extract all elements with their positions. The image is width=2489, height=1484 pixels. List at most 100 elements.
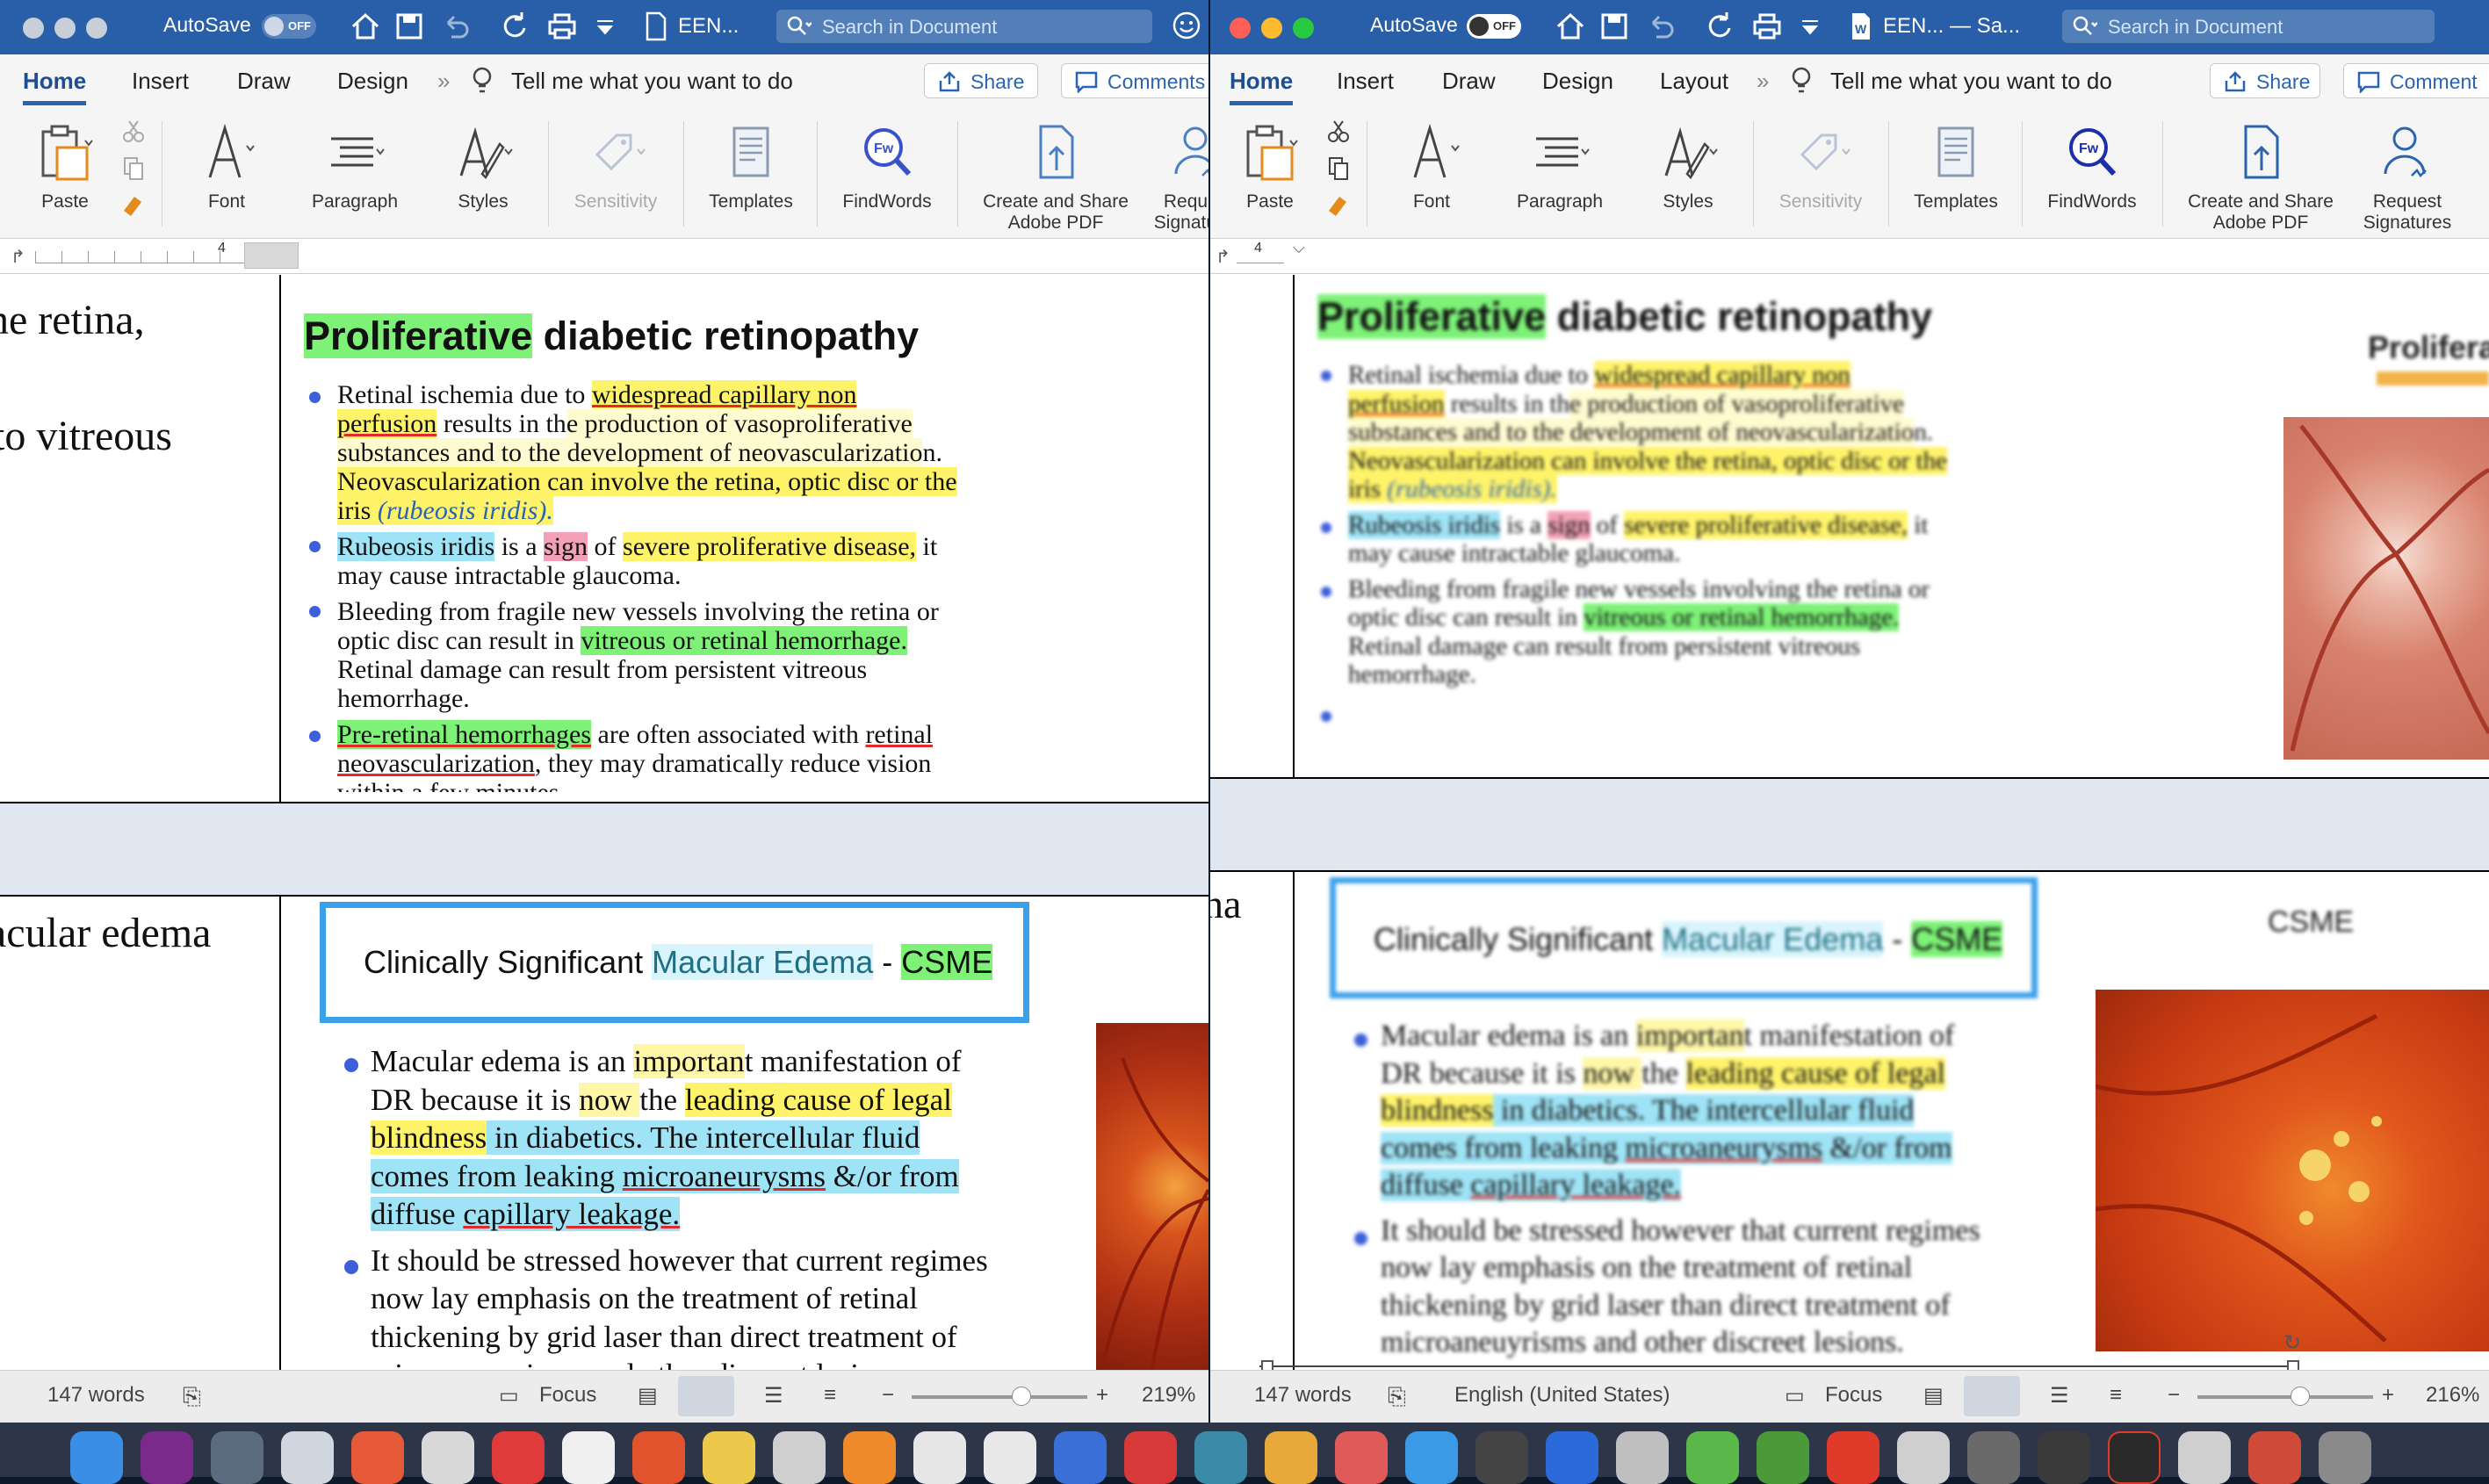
tab-insert[interactable]: Insert [1337, 68, 1394, 95]
home-icon[interactable] [1553, 9, 1588, 44]
home-icon[interactable] [348, 9, 383, 44]
outline-icon[interactable]: ☰ [764, 1383, 783, 1408]
redo-icon[interactable] [497, 9, 532, 44]
proofing-icon[interactable]: ⎘ [1388, 1383, 1406, 1411]
comments-button[interactable]: Comment [2343, 63, 2489, 98]
ruler-margin-handle[interactable] [244, 242, 299, 269]
findwords-button[interactable]: Fw FindWords [2034, 119, 2150, 213]
app-icon[interactable] [2108, 1431, 2161, 1484]
findwords-button[interactable]: Fw FindWords [829, 119, 945, 213]
app-icon[interactable] [211, 1431, 263, 1484]
request-signatures-button[interactable]: RequestSignatures [1145, 119, 1208, 234]
templates-button[interactable]: Templates [1899, 119, 2013, 213]
save-icon[interactable] [392, 9, 427, 44]
comments-button[interactable]: Comments [1061, 63, 1208, 98]
zoom-in-button[interactable]: + [1096, 1383, 1108, 1408]
document-page[interactable]: na Proliferative diabetic retinopathy Re… [1210, 275, 2489, 1370]
resize-handle[interactable] [1261, 1360, 1273, 1370]
app-icon[interactable] [1827, 1431, 1879, 1484]
templates-button[interactable]: Templates [694, 119, 808, 213]
redo-icon[interactable] [1702, 9, 1737, 44]
print-icon[interactable] [1750, 9, 1785, 44]
autosave-toggle[interactable]: OFF [262, 14, 316, 39]
app-icon[interactable] [632, 1431, 685, 1484]
create-share-adobe-pdf-button[interactable]: Create and Share Adobe PDF [970, 119, 1142, 234]
zoom-button[interactable] [1293, 18, 1314, 39]
request-signatures-button[interactable]: RequestSignatures [2350, 119, 2464, 234]
more-tabs-chevron-icon[interactable]: » [1757, 68, 1769, 95]
app-icon[interactable] [984, 1431, 1036, 1484]
app-icon[interactable] [1967, 1431, 2020, 1484]
app-icon[interactable] [773, 1431, 826, 1484]
paragraph-button[interactable]: Paragraph [293, 119, 416, 213]
app-icon[interactable] [422, 1431, 474, 1484]
more-tabs-chevron-icon[interactable]: » [437, 68, 450, 95]
app-icon[interactable] [1194, 1431, 1247, 1484]
app-icon[interactable] [2178, 1431, 2231, 1484]
search-input[interactable]: Search in Document [2062, 10, 2435, 43]
save-icon[interactable] [1597, 9, 1632, 44]
customize-toolbar-icon[interactable] [1799, 9, 1822, 44]
autosave-toggle[interactable]: OFF [1467, 14, 1521, 39]
app-icon[interactable] [141, 1431, 193, 1484]
app-icon[interactable] [703, 1431, 755, 1484]
tab-design[interactable]: Design [1542, 68, 1613, 95]
finder-icon[interactable] [70, 1431, 123, 1484]
tab-stop-icon[interactable]: ↱ [11, 246, 25, 268]
app-icon[interactable] [1054, 1431, 1107, 1484]
web-layout-icon[interactable] [678, 1376, 734, 1416]
zoom-out-button[interactable]: − [2168, 1383, 2180, 1408]
focus-button[interactable]: Focus [539, 1383, 596, 1408]
close-button[interactable] [1230, 18, 1251, 39]
styles-button[interactable]: Styles [434, 119, 532, 213]
zoom-slider-handle[interactable] [2291, 1387, 2310, 1406]
app-icon[interactable] [492, 1431, 545, 1484]
app-icon[interactable] [1265, 1431, 1317, 1484]
paste-button[interactable]: Paste [1224, 119, 1316, 213]
tell-me-input[interactable]: Tell me what you want to do [511, 68, 793, 95]
app-icon[interactable] [1546, 1431, 1598, 1484]
sensitivity-button[interactable]: Sensitivity [559, 119, 673, 213]
tab-draw[interactable]: Draw [237, 68, 291, 95]
focus-icon[interactable]: ▭ [499, 1383, 519, 1408]
cut-copy-format-icon[interactable] [1325, 119, 1352, 216]
optic-disc-photo[interactable] [2283, 417, 2489, 760]
print-layout-icon[interactable]: ▤ [1923, 1383, 1944, 1408]
ruler[interactable]: ↱ 4 ⌵ [1210, 239, 2489, 274]
zoom-slider-handle[interactable] [1012, 1387, 1031, 1406]
document-page[interactable]: he retina, to vitreous acular edema Prol… [0, 275, 1208, 1370]
app-icon[interactable] [2319, 1431, 2371, 1484]
tab-home[interactable]: Home [23, 68, 87, 105]
undo-icon[interactable] [437, 9, 473, 44]
print-layout-icon[interactable]: ▤ [638, 1383, 658, 1408]
font-button[interactable]: Font [176, 119, 278, 213]
sensitivity-button[interactable]: Sensitivity [1764, 119, 1878, 213]
close-button[interactable] [23, 18, 44, 39]
app-icon[interactable] [1475, 1431, 1528, 1484]
app-icon[interactable] [1405, 1431, 1458, 1484]
zoom-level[interactable]: 219% [1142, 1383, 1195, 1408]
outline-icon[interactable]: ☰ [2050, 1383, 2069, 1408]
tell-me-input[interactable]: Tell me what you want to do [1830, 68, 2112, 95]
app-icon[interactable] [913, 1431, 966, 1484]
undo-icon[interactable] [1642, 9, 1677, 44]
draft-icon[interactable]: ≡ [2110, 1383, 2122, 1408]
share-button[interactable]: Share [2210, 63, 2320, 98]
paste-button[interactable]: Paste [19, 119, 111, 213]
cut-copy-format-icon[interactable] [120, 119, 147, 216]
minimize-button[interactable] [1261, 18, 1282, 39]
app-icon[interactable] [1124, 1431, 1177, 1484]
app-icon[interactable] [351, 1431, 404, 1484]
zoom-out-button[interactable]: − [882, 1383, 894, 1408]
word-count[interactable]: 147 words [47, 1383, 145, 1408]
zoom-slider[interactable] [912, 1395, 1087, 1399]
tab-insert[interactable]: Insert [132, 68, 189, 95]
tab-layout[interactable]: Layout [1660, 68, 1728, 95]
web-layout-icon[interactable] [1964, 1376, 2020, 1416]
app-icon[interactable] [2248, 1431, 2301, 1484]
app-icon[interactable] [1686, 1431, 1739, 1484]
app-icon[interactable] [1616, 1431, 1669, 1484]
tab-home[interactable]: Home [1230, 68, 1294, 105]
app-icon[interactable] [843, 1431, 896, 1484]
tab-stop-icon[interactable]: ↱ [1216, 246, 1230, 268]
